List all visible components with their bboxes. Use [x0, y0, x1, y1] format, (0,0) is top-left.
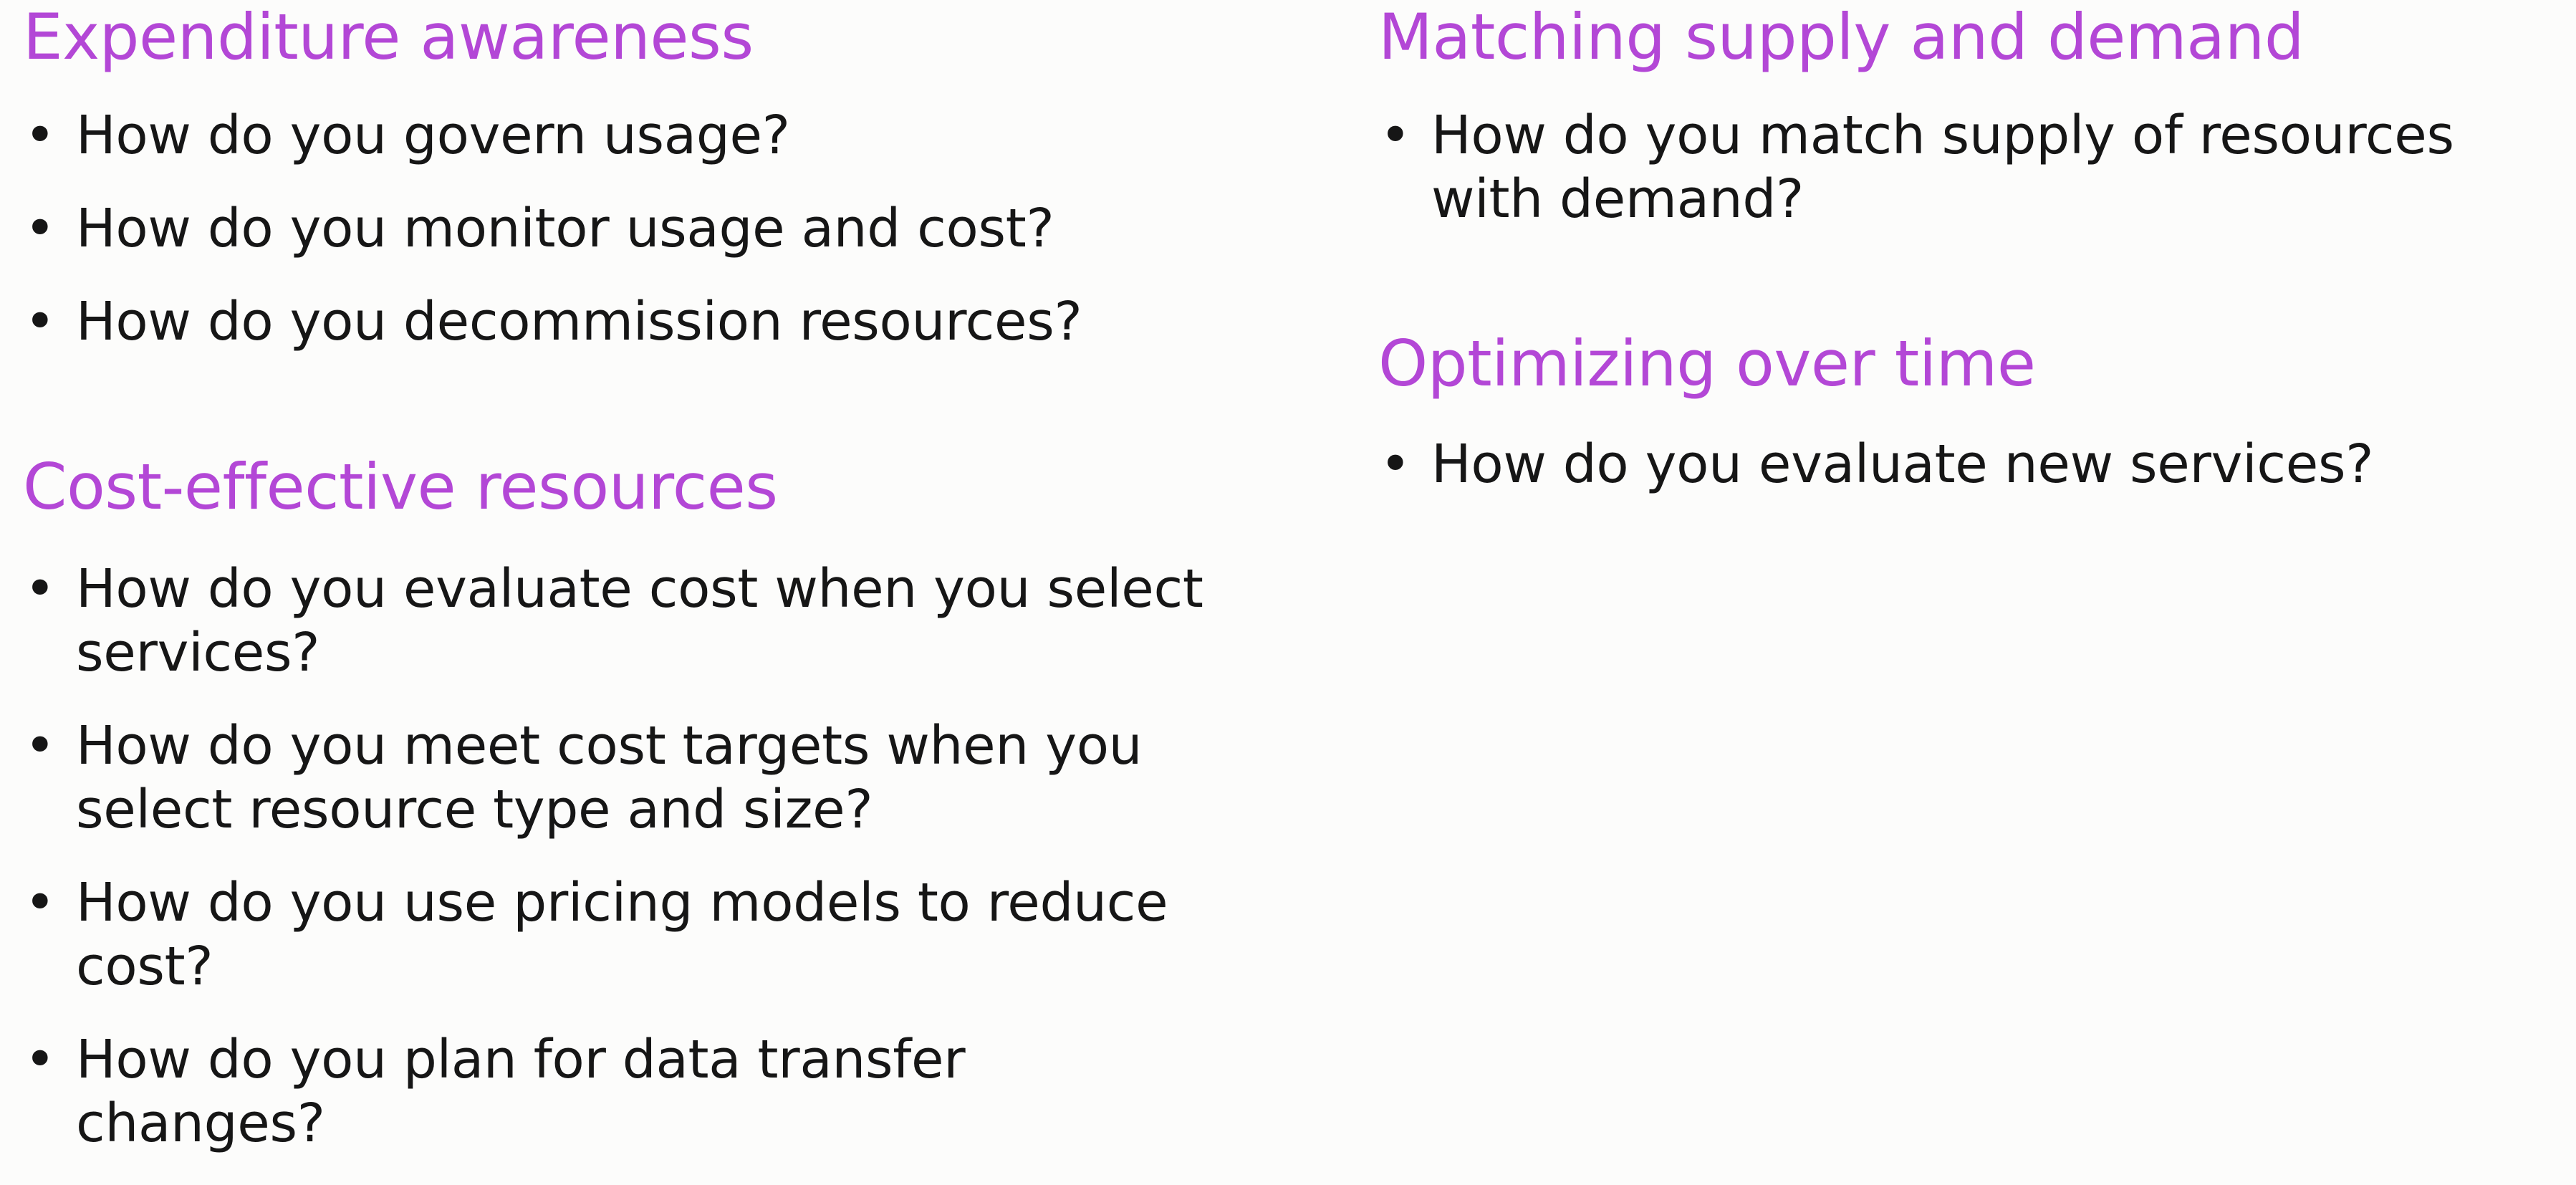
section-title: Optimizing over time: [1378, 327, 2036, 400]
list-item: • How do you govern usage?: [23, 104, 1082, 168]
section-title: Cost-effective resources: [23, 450, 778, 524]
list-item: • How do you meet cost targets when you …: [23, 714, 1226, 842]
bullet-text: How do you meet cost targets when you se…: [76, 715, 1143, 840]
list-item: • How do you use pricing models to reduc…: [23, 871, 1226, 999]
list-item: • How do you monitor usage and cost?: [23, 197, 1082, 261]
bullet-text: How do you evaluate cost when you select…: [76, 558, 1203, 683]
bullet-icon: •: [24, 558, 56, 620]
section-expenditure-awareness: Expenditure awareness: [23, 1, 754, 73]
bullet-text: How do you decommission resources?: [76, 291, 1082, 352]
bullet-icon: •: [1380, 105, 1411, 166]
bullet-icon: •: [24, 291, 56, 352]
bullet-icon: •: [24, 105, 56, 166]
bullet-list-expenditure: • How do you govern usage? • How do you …: [23, 104, 1082, 383]
section-cost-effective-resources: Cost-effective resources: [23, 451, 778, 523]
list-item: • How do you evaluate new services?: [1378, 433, 2374, 496]
bullet-icon: •: [1380, 433, 1411, 495]
list-item: • How do you match supply of resources w…: [1378, 104, 2567, 231]
bullet-icon: •: [24, 1029, 56, 1090]
bullet-text: How do you evaluate new services?: [1431, 433, 2374, 495]
list-item: • How do you decommission resources?: [23, 290, 1082, 354]
bullet-list-optimizing: • How do you evaluate new services?: [1378, 433, 2374, 496]
bullet-text: How do you use pricing models to reduce …: [76, 872, 1168, 997]
bullet-icon: •: [24, 715, 56, 777]
bullet-icon: •: [24, 872, 56, 934]
bullet-list-matching: • How do you match supply of resources w…: [1378, 104, 2567, 231]
section-optimizing-over-time: Optimizing over time: [1378, 328, 2036, 400]
bullet-text: How do you match supply of resources wit…: [1431, 105, 2454, 230]
list-item: • How do you plan for data transfer chan…: [23, 1028, 1226, 1156]
section-matching-supply-and-demand: Matching supply and demand: [1378, 0, 2305, 74]
bullet-list-cost: • How do you evaluate cost when you sele…: [23, 557, 1226, 1185]
list-item: • How do you evaluate cost when you sele…: [23, 557, 1226, 685]
bullet-icon: •: [24, 198, 56, 259]
bullet-text: How do you govern usage?: [76, 105, 790, 166]
section-title: Matching supply and demand: [1378, 0, 2305, 74]
bullet-text: How do you monitor usage and cost?: [76, 198, 1054, 259]
bullet-text: How do you plan for data transfer change…: [76, 1029, 966, 1154]
section-title: Expenditure awareness: [23, 0, 754, 74]
